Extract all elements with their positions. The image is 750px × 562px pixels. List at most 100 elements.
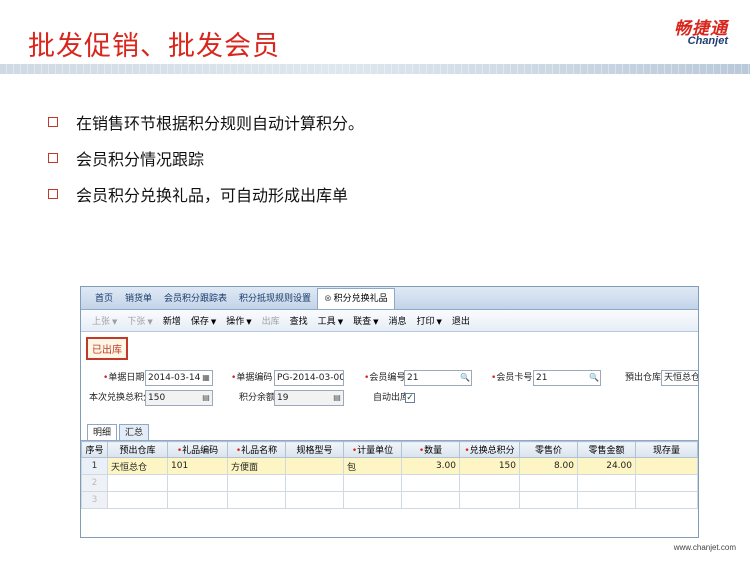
subtab-summary[interactable]: 汇总 <box>119 424 150 440</box>
column-header[interactable]: •礼品编码 <box>167 441 228 458</box>
bullet-item: 会员积分兑换礼品，可自动形成出库单 <box>48 176 364 212</box>
tab-member-points-tracking[interactable]: 会员积分跟踪表 <box>158 289 233 309</box>
balance-field[interactable]: 19 ▤ <box>274 390 344 406</box>
message-button[interactable]: 消息 <box>383 314 411 327</box>
column-header[interactable]: •兑换总积分 <box>459 441 520 458</box>
column-header[interactable]: •计量单位 <box>343 441 402 458</box>
table-cell[interactable]: 天恒总仓 <box>107 457 168 475</box>
column-header[interactable]: •礼品名称 <box>227 441 286 458</box>
table-cell[interactable]: 8.00 <box>519 457 578 475</box>
caret-down-icon: ▼ <box>112 318 118 326</box>
table-cell[interactable] <box>401 474 460 492</box>
document-tabbar: 首页 销货单 会员积分跟踪表 积分抵现规则设置 ⊗ 积分兑换礼品 <box>81 287 698 310</box>
status-area: 已出库 <box>81 332 698 366</box>
column-header[interactable]: 序号 <box>81 441 108 458</box>
tab-points-gift-exchange[interactable]: ⊗ 积分兑换礼品 <box>317 288 395 309</box>
points-used-field[interactable]: 150 ▤ <box>145 390 213 406</box>
bullet-square-icon <box>48 153 58 163</box>
table-cell[interactable] <box>343 474 402 492</box>
code-field[interactable]: PG-2014-03-0001 <box>274 370 344 386</box>
table-cell[interactable] <box>285 457 344 475</box>
column-header[interactable]: 零售价 <box>519 441 578 458</box>
table-cell[interactable] <box>167 474 228 492</box>
table-cell[interactable] <box>459 491 520 509</box>
table-cell[interactable]: 包 <box>343 457 402 475</box>
card-no-field[interactable]: 21 🔍 <box>533 370 601 386</box>
table-cell[interactable] <box>107 491 168 509</box>
calendar-icon[interactable]: ▦ <box>201 372 211 384</box>
next-button[interactable]: 下张 ▼ <box>122 314 157 327</box>
table-cell[interactable]: 150 <box>459 457 520 475</box>
table-cell[interactable]: 3.00 <box>401 457 460 475</box>
auto-outbound-checkbox[interactable]: ✓ <box>405 393 415 403</box>
table-row[interactable]: 2 <box>81 474 698 492</box>
calculator-icon[interactable]: ▤ <box>332 392 342 404</box>
outbound-button[interactable]: 出库 <box>257 314 285 327</box>
table-cell[interactable]: 方便面 <box>227 457 286 475</box>
table-cell[interactable] <box>343 491 402 509</box>
code-label: •单据编码 <box>231 373 273 383</box>
column-header[interactable]: 规格型号 <box>285 441 344 458</box>
column-header[interactable]: 零售金额 <box>577 441 636 458</box>
link-query-button[interactable]: 联查 ▼ <box>348 314 383 327</box>
column-header[interactable]: •数量 <box>401 441 460 458</box>
caret-down-icon: ▼ <box>147 318 153 326</box>
subtab-detail[interactable]: 明细 <box>87 424 118 440</box>
table-cell[interactable] <box>401 491 460 509</box>
bullet-item: 会员积分情况跟踪 <box>48 140 364 176</box>
table-header-row: 序号 预出仓库 •礼品编码 •礼品名称 规格型号 •计量单位 •数量 •兑换总积… <box>81 441 698 458</box>
toolbar: 上张 ▼ 下张 ▼ 新增 保存 ▼ 操作 ▼ 出库 查找 工具 ▼ 联查 ▼ 消息 打印 ▼ … <box>81 310 698 332</box>
header-form: •单据日期 2014-03-14▦ •单据编码 PG-2014-03-0001 … <box>81 366 698 422</box>
close-tab-icon[interactable]: ⊗ <box>324 294 332 304</box>
tab-points-cash-rules[interactable]: 积分抵现规则设置 <box>233 289 317 309</box>
table-cell[interactable] <box>577 474 636 492</box>
tab-label: 积分兑换礼品 <box>333 294 388 304</box>
bullet-text: 会员积分兑换礼品，可自动形成出库单 <box>76 186 349 205</box>
tab-home[interactable]: 首页 <box>89 289 119 309</box>
search-icon[interactable]: 🔍 <box>460 372 470 384</box>
save-button[interactable]: 保存 ▼ <box>186 314 221 327</box>
table-cell[interactable] <box>635 474 698 492</box>
operate-button[interactable]: 操作 ▼ <box>221 314 256 327</box>
table-cell[interactable] <box>635 491 698 509</box>
table-cell[interactable] <box>227 474 286 492</box>
table-cell[interactable] <box>167 491 228 509</box>
table-cell[interactable] <box>227 491 286 509</box>
card-no-label: •会员卡号 <box>491 373 533 383</box>
table-cell[interactable]: 101 <box>167 457 228 475</box>
bullet-item: 在销售环节根据积分规则自动计算积分。 <box>48 104 364 140</box>
header-band <box>0 64 750 74</box>
date-field[interactable]: 2014-03-14 ▦ <box>145 370 213 386</box>
warehouse-field[interactable]: 天恒总仓 <box>661 370 698 386</box>
print-button[interactable]: 打印 ▼ <box>412 314 447 327</box>
table-cell[interactable] <box>519 474 578 492</box>
table-cell[interactable] <box>519 491 578 509</box>
column-header[interactable]: 预出仓库 <box>107 441 168 458</box>
calculator-icon[interactable]: ▤ <box>201 392 211 404</box>
detail-subtabs: 明细 汇总 <box>81 422 698 441</box>
column-header[interactable]: 现存量 <box>635 441 698 458</box>
table-cell[interactable] <box>635 457 698 475</box>
caret-down-icon: ▼ <box>246 318 252 326</box>
member-no-field[interactable]: 21 🔍 <box>404 370 472 386</box>
search-icon[interactable]: 🔍 <box>589 372 599 384</box>
exit-button[interactable]: 退出 <box>447 314 475 327</box>
table-row[interactable]: 1 天恒总仓 101 方便面 包 3.00 150 8.00 24.00 <box>81 457 698 475</box>
table-cell[interactable] <box>459 474 520 492</box>
tab-sales-order[interactable]: 销货单 <box>119 289 158 309</box>
member-no-label: •会员编号 <box>364 373 406 383</box>
table-cell[interactable] <box>107 474 168 492</box>
table-cell[interactable] <box>285 491 344 509</box>
prev-button[interactable]: 上张 ▼ <box>87 314 122 327</box>
date-label: •单据日期 <box>103 373 145 383</box>
table-cell[interactable] <box>285 474 344 492</box>
points-used-label: 本次兑换总积分 <box>89 393 153 403</box>
tools-button[interactable]: 工具 ▼ <box>313 314 348 327</box>
table-cell[interactable] <box>577 491 636 509</box>
footer-url: www.chanjet.com <box>673 543 736 552</box>
caret-down-icon: ▼ <box>436 318 442 326</box>
new-button[interactable]: 新增 <box>158 314 186 327</box>
table-cell[interactable]: 24.00 <box>577 457 636 475</box>
table-row[interactable]: 3 <box>81 491 698 509</box>
find-button[interactable]: 查找 <box>285 314 313 327</box>
